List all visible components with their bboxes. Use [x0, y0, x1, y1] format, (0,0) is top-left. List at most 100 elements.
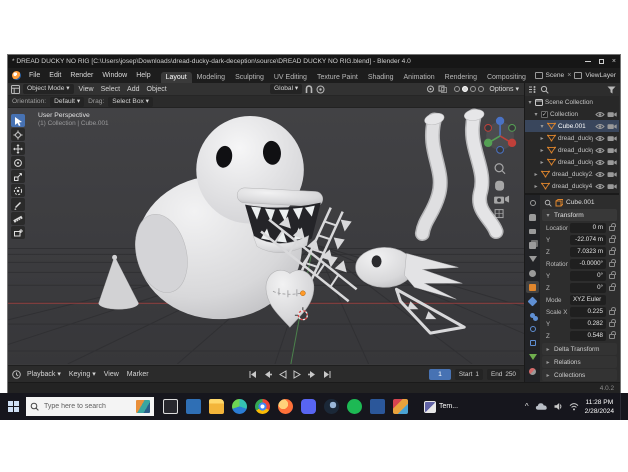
edge-icon[interactable] — [232, 399, 247, 414]
rendered-shading-icon[interactable] — [478, 86, 484, 92]
add-primitive-tool[interactable] — [11, 226, 25, 239]
transform-tool[interactable] — [11, 184, 25, 197]
lock-icon[interactable] — [609, 334, 615, 339]
timeline-view-menu[interactable]: View — [102, 371, 121, 378]
properties-tab-viewlayer-icon[interactable] — [526, 239, 539, 251]
rotation-x-field[interactable]: -0.0000° — [570, 259, 606, 269]
hide-eye-icon[interactable] — [595, 171, 605, 178]
show-overlays-icon[interactable] — [426, 85, 435, 93]
collections-section[interactable]: ▸ Collections — [542, 369, 617, 381]
disable-render-camera-icon[interactable] — [607, 123, 617, 130]
expand-icon[interactable]: ▾ — [533, 111, 539, 118]
menu-add[interactable]: Add — [125, 86, 141, 93]
properties-tab-modifiers-icon[interactable] — [526, 295, 539, 307]
outliner-item-cube001[interactable]: ▾ Cube.001 — [525, 120, 619, 132]
volume-icon[interactable] — [554, 402, 563, 411]
material-shading-icon[interactable] — [470, 86, 476, 92]
workspace-tab[interactable]: Animation — [399, 72, 440, 83]
menu-edit[interactable]: Edit — [45, 68, 65, 83]
location-z-field[interactable]: 7.0323 m — [570, 247, 606, 257]
lock-icon[interactable] — [609, 238, 615, 243]
cursor-tool[interactable] — [11, 128, 25, 141]
hide-eye-icon[interactable] — [595, 111, 605, 118]
outliner-item[interactable]: ▸ dread_ducky1 — [525, 144, 619, 156]
properties-tab-particles-icon[interactable] — [526, 309, 539, 321]
prev-keyframe-button[interactable] — [262, 369, 273, 380]
rotation-z-field[interactable]: 0° — [570, 283, 606, 293]
workspace-tab[interactable]: Texture Paint — [312, 72, 363, 83]
rotate-tool[interactable] — [11, 156, 25, 169]
taskbar-search[interactable] — [26, 397, 154, 416]
search-input[interactable] — [42, 402, 128, 411]
jump-end-button[interactable] — [322, 369, 333, 380]
marker-menu[interactable]: Marker — [125, 371, 151, 378]
select-box-tool[interactable] — [11, 114, 25, 127]
current-frame-field[interactable]: 1 — [429, 369, 451, 380]
search-highlight-thumbnail[interactable] — [136, 400, 150, 413]
menu-file[interactable]: File — [25, 68, 44, 83]
drag-dropdown[interactable]: Select Box ▾ — [108, 97, 153, 107]
expand-icon[interactable]: ▸ — [539, 135, 545, 142]
steam-icon[interactable] — [324, 399, 339, 414]
pan-hand-icon[interactable] — [495, 181, 504, 191]
scale-x-field[interactable]: 0.225 — [570, 307, 606, 317]
photos-app-icon[interactable] — [393, 399, 408, 414]
menu-window[interactable]: Window — [98, 68, 131, 83]
delta-transform-section[interactable]: ▸ Delta Transform — [542, 343, 617, 355]
disable-render-camera-icon[interactable] — [607, 135, 617, 142]
menu-view[interactable]: View — [77, 86, 96, 93]
hide-eye-icon[interactable] — [595, 183, 605, 190]
scene-selector[interactable]: Scene — [546, 72, 565, 79]
mail-app-icon[interactable] — [186, 399, 201, 414]
viewport-3d-scene[interactable] — [8, 108, 524, 364]
workspace-tab[interactable]: Rendering — [440, 72, 482, 83]
move-tool[interactable] — [11, 142, 25, 155]
wireframe-shading-icon[interactable] — [454, 86, 460, 92]
hide-eye-icon[interactable] — [595, 123, 605, 130]
disable-render-camera-icon[interactable] — [607, 183, 617, 190]
orientation-dropdown[interactable]: Default ▾ — [50, 97, 84, 107]
file-explorer-icon[interactable] — [209, 399, 224, 414]
viewport-3d[interactable]: User Perspective (1) Collection | Cube.0… — [8, 108, 524, 365]
xray-toggle-icon[interactable] — [438, 85, 447, 93]
close-button[interactable]: × — [612, 58, 616, 65]
lock-icon[interactable] — [609, 310, 615, 315]
outliner-item[interactable]: ▸ dread_ducky3.0 — [525, 156, 619, 168]
outliner-item[interactable]: ▸ dread_ducky2.001 — [525, 168, 619, 180]
properties-tab-render-icon[interactable] — [526, 211, 539, 223]
start-button[interactable] — [0, 393, 26, 420]
task-view-icon[interactable] — [163, 399, 178, 414]
relations-section[interactable]: ▸ Relations — [542, 356, 617, 368]
lock-icon[interactable] — [609, 250, 615, 255]
measure-tool[interactable] — [11, 212, 25, 225]
tray-expand-icon[interactable]: ^ — [525, 402, 529, 411]
location-x-field[interactable]: 0 m — [570, 223, 606, 233]
properties-tab-object-icon[interactable] — [526, 281, 539, 293]
scale-y-field[interactable]: 0.282 — [570, 319, 606, 329]
outliner-item[interactable]: ▸ dread_ducky — [525, 132, 619, 144]
transform-orientation-dropdown[interactable]: Global ▾ — [270, 84, 302, 94]
playback-menu[interactable]: Playback ▾ — [25, 370, 63, 378]
taskbar-button-teams[interactable]: Tem... — [420, 393, 462, 420]
maximize-button[interactable] — [599, 59, 604, 64]
workspace-tab[interactable]: Modeling — [192, 72, 230, 83]
firefox-icon[interactable] — [278, 399, 293, 414]
outliner-collection[interactable]: ▾ ✓ Collection — [525, 108, 619, 120]
viewlayer-selector[interactable]: ViewLayer — [585, 72, 616, 79]
lock-icon[interactable] — [609, 286, 615, 291]
disable-render-camera-icon[interactable] — [607, 147, 617, 154]
transform-panel-header[interactable]: ▾ Transform — [542, 209, 617, 221]
timeline-editor-icon[interactable] — [12, 370, 21, 379]
properties-tab-constraints-icon[interactable] — [526, 337, 539, 349]
discord-icon[interactable] — [301, 399, 316, 414]
expand-icon[interactable]: ▸ — [539, 159, 545, 166]
rotation-y-field[interactable]: 0° — [570, 271, 606, 281]
play-reverse-button[interactable] — [277, 369, 288, 380]
properties-tab-data-icon[interactable] — [526, 351, 539, 363]
next-keyframe-button[interactable] — [307, 369, 318, 380]
annotate-tool[interactable] — [11, 198, 25, 211]
lock-icon[interactable] — [609, 226, 615, 231]
collection-checkbox[interactable]: ✓ — [541, 111, 548, 118]
solid-shading-icon[interactable] — [462, 86, 468, 92]
expand-icon[interactable]: ▸ — [533, 183, 539, 190]
